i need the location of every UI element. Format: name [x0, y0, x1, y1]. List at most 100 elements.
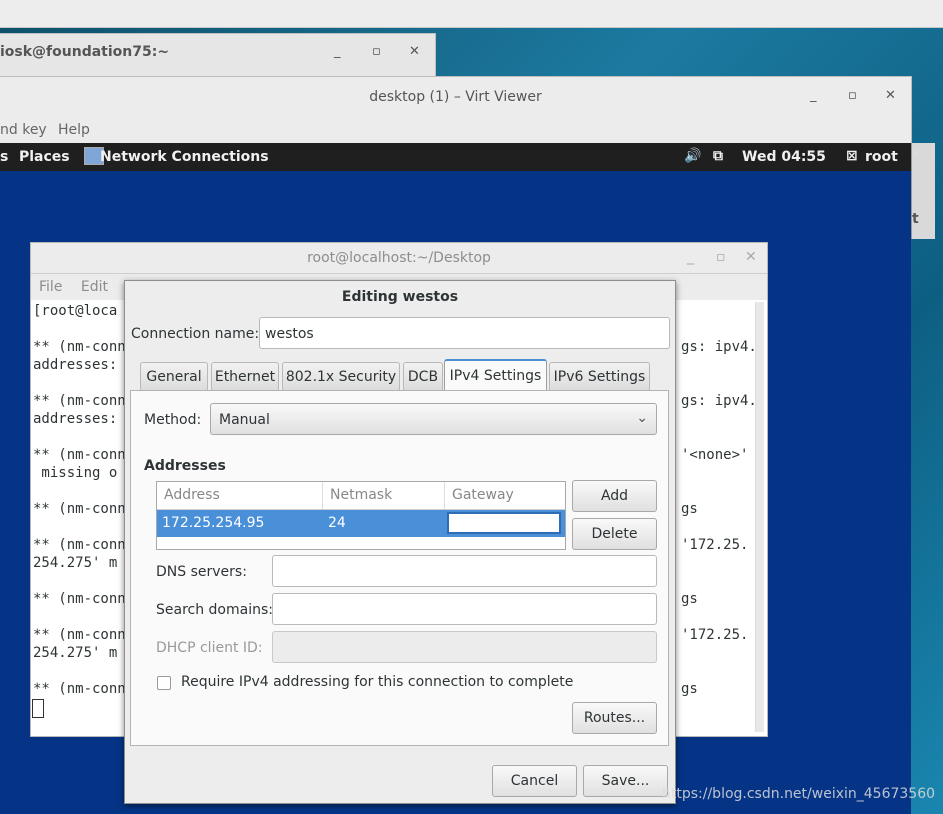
column-gateway[interactable]: Gateway	[452, 487, 514, 503]
terminal-line-tail: gs: ipv4.	[681, 393, 757, 409]
terminal-line-tail	[681, 644, 757, 662]
ipv4-settings-panel: Method: Manual ⌄ Addresses Address Netma…	[130, 390, 669, 746]
connection-name-value: westos	[265, 326, 314, 342]
maximize-icon[interactable]: ▫	[716, 249, 726, 265]
tab-ipv6-settings[interactable]: IPv6 Settings	[549, 362, 650, 390]
user-menu[interactable]: root	[865, 149, 898, 165]
applications-menu[interactable]: s	[0, 149, 8, 165]
require-ipv4-checkbox[interactable]	[157, 676, 171, 690]
dns-servers-label: DNS servers:	[156, 564, 247, 580]
terminal-line-tail	[681, 662, 757, 680]
terminal-line: ** (nm-conn	[33, 591, 126, 607]
terminal-line: ** (nm-conn	[33, 339, 126, 355]
minimize-icon[interactable]: _	[334, 44, 341, 59]
search-domains-input[interactable]	[272, 593, 657, 625]
connection-name-label: Connection name:	[131, 326, 260, 342]
addresses-table[interactable]: Address Netmask Gateway 172.25.254.95 24	[156, 481, 566, 550]
dns-servers-input[interactable]	[272, 555, 657, 587]
clock[interactable]: Wed 04:55	[742, 149, 826, 165]
close-icon[interactable]: ✕	[409, 44, 420, 59]
add-button[interactable]: Add	[572, 480, 657, 512]
terminal-line-tail	[681, 302, 757, 320]
guest-top-bar: s Places Network Connections 🔊 ⧉ Wed 04:…	[0, 143, 911, 171]
close-icon[interactable]: ✕	[885, 88, 896, 103]
row-netmask[interactable]: 24	[328, 515, 346, 531]
tab-general[interactable]: General	[140, 362, 208, 390]
terminal-line-tail	[681, 374, 757, 392]
table-row[interactable]: 172.25.254.95 24	[157, 510, 565, 537]
terminal-line-tail	[681, 356, 757, 374]
terminal-line-tail	[681, 410, 757, 428]
column-divider	[322, 482, 323, 509]
method-label: Method:	[144, 412, 202, 428]
terminal-line: 254.275' m	[33, 555, 118, 571]
column-netmask[interactable]: Netmask	[330, 487, 392, 503]
terminal-line-tail	[681, 482, 757, 500]
table-header: Address Netmask Gateway	[157, 482, 565, 510]
virt-viewer-title: desktop (1) – Virt Viewer	[369, 89, 542, 105]
dhcp-client-id-label: DHCP client ID:	[156, 640, 263, 656]
tab-ipv4-settings[interactable]: IPv4 Settings	[444, 359, 547, 391]
delete-button[interactable]: Delete	[572, 518, 657, 550]
maximize-icon[interactable]: ▫	[848, 88, 857, 103]
menu-send-key[interactable]: nd key	[0, 122, 47, 138]
terminal-line-tail: '172.25.	[681, 537, 749, 553]
save-button[interactable]: Save...	[583, 765, 668, 797]
terminal-line: 254.275' m	[33, 645, 118, 661]
terminal-line-tail	[681, 320, 757, 338]
routes-button[interactable]: Routes...	[572, 702, 657, 734]
places-menu[interactable]: Places	[19, 149, 70, 165]
dialog-title: Editing westos	[341, 289, 459, 305]
column-address[interactable]: Address	[164, 487, 220, 503]
background-window-edge: ✕ t	[910, 143, 935, 239]
tab-ethernet[interactable]: Ethernet	[211, 362, 279, 390]
terminal-scrollbar[interactable]	[755, 302, 764, 732]
edit-connection-dialog: Editing westos Connection name: westos G…	[124, 280, 676, 804]
terminal-line: ** (nm-conn	[33, 627, 126, 643]
user-icon: ⊠	[846, 148, 858, 164]
search-domains-label: Search domains:	[156, 602, 273, 618]
terminal-output-left: [root@loca ** (nm-conn addresses: ** (nm-…	[33, 302, 126, 698]
menu-edit[interactable]: Edit	[81, 279, 108, 295]
terminal-line-tail	[681, 428, 757, 446]
terminal-line-tail: '172.25.	[681, 627, 749, 643]
network-icon[interactable]: ⧉	[713, 148, 723, 164]
volume-icon[interactable]: 🔊	[684, 148, 701, 164]
menu-help[interactable]: Help	[58, 122, 90, 138]
tab-8021x-security[interactable]: 802.1x Security	[282, 362, 400, 390]
cancel-button[interactable]: Cancel	[492, 765, 577, 797]
addresses-heading: Addresses	[144, 458, 226, 474]
row-address[interactable]: 172.25.254.95	[162, 515, 264, 531]
column-divider	[444, 482, 445, 509]
chevron-down-icon: ⌄	[636, 410, 648, 426]
maximize-icon[interactable]: ▫	[372, 44, 381, 59]
terminal-line: [root@loca	[33, 303, 118, 319]
gateway-cell-editor[interactable]	[447, 512, 561, 534]
tab-dcb[interactable]: DCB	[403, 362, 443, 390]
connection-name-input[interactable]: westos	[259, 317, 670, 349]
terminal-line-tail: gs: ipv4.	[681, 339, 757, 355]
edge-label: t	[912, 211, 919, 227]
terminal-line: ** (nm-conn	[33, 501, 126, 517]
close-icon[interactable]: ✕	[745, 249, 757, 265]
host-top-bar	[0, 0, 943, 28]
menu-file[interactable]: File	[39, 279, 62, 295]
terminal-line-tail	[681, 464, 757, 482]
minimize-icon[interactable]: _	[810, 88, 817, 103]
close-icon: ✕	[910, 147, 921, 162]
require-ipv4-label[interactable]: Require IPv4 addressing for this connect…	[181, 674, 573, 690]
method-dropdown[interactable]: Manual ⌄	[210, 403, 657, 435]
terminal-cursor	[32, 699, 44, 718]
minimize-icon[interactable]: _	[687, 249, 694, 265]
active-window-name[interactable]: Network Connections	[100, 149, 269, 165]
terminal-line-tail	[681, 608, 757, 626]
host-terminal-window[interactable]: iosk@foundation75:~ _ ▫ ✕	[0, 33, 436, 77]
dhcp-client-id-input	[272, 631, 657, 663]
